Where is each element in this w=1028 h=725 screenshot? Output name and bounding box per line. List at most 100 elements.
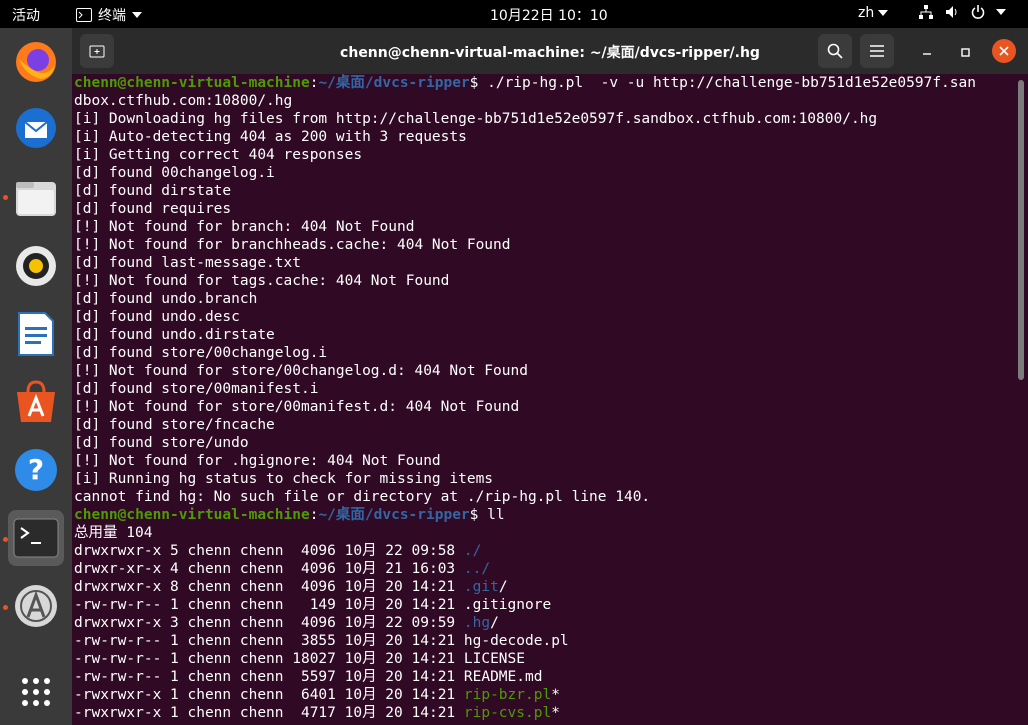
- file-name: rip-cvs.pl: [463, 705, 552, 721]
- system-tray[interactable]: [918, 4, 1006, 20]
- output-line: [i] Running hg status to check for missi…: [74, 471, 494, 487]
- output-line: cannot find hg: No such file or director…: [74, 489, 651, 505]
- dock-show-apps[interactable]: [8, 664, 64, 720]
- file-name: rip-bzr.pl: [463, 687, 552, 703]
- maximize-button[interactable]: [958, 44, 972, 63]
- file-meta: -rw-rw-r-- 1 chenn chenn 5597 10月 20 14:…: [74, 669, 464, 685]
- dock-firefox[interactable]: [8, 34, 64, 90]
- file-meta: -rw-rw-r-- 1 chenn chenn 149 10月 20 14:2…: [74, 597, 464, 613]
- volume-icon: [946, 6, 957, 18]
- command-text: $ ./rip-hg.pl -v -u http://challenge-bb7…: [469, 75, 976, 91]
- search-icon: [827, 43, 843, 59]
- listing-row: -rwxrwxr-x 1 chenn chenn 4717 10月 20 14:…: [74, 704, 1018, 722]
- listing-row: drwxrwxr-x 8 chenn chenn 4096 10月 20 14:…: [74, 578, 1018, 596]
- firefox-icon: [16, 42, 56, 82]
- chevron-down-icon: [996, 9, 1006, 15]
- file-meta: -rwxrwxr-x 1 chenn chenn 6401 10月 20 14:…: [74, 687, 464, 703]
- prompt-user: chenn@chenn-virtual-machine: [74, 507, 310, 523]
- svg-text:?: ?: [28, 453, 44, 486]
- file-name: ../: [463, 561, 491, 577]
- file-name: LICENSE: [463, 651, 525, 667]
- prompt-path: ~/桌面/dvcs-ripper: [318, 507, 470, 523]
- terminal-small-icon: [76, 8, 92, 22]
- chevron-down-icon: [132, 12, 142, 18]
- command-wrap: dbox.ctfhub.com:10800/.hg: [74, 93, 293, 109]
- file-meta: drwxr-xr-x 4 chenn chenn 4096 10月 21 16:…: [74, 561, 464, 577]
- prompt-user: chenn@chenn-virtual-machine: [74, 75, 310, 91]
- output-line: [d] found last-message.txt: [74, 255, 301, 271]
- thunderbird-icon: [16, 108, 56, 148]
- file-name: .git: [463, 579, 499, 595]
- rhythmbox-icon: [16, 246, 56, 286]
- output-line: [!] Not found for branchheads.cache: 404…: [74, 237, 511, 253]
- dock-writer[interactable]: [8, 306, 64, 362]
- input-method-indicator[interactable]: zh: [858, 5, 889, 21]
- file-name: ./: [463, 543, 482, 559]
- terminal-output[interactable]: chenn@chenn-virtual-machine:~/桌面/dvcs-ri…: [72, 74, 1018, 725]
- dock-rhythmbox[interactable]: [8, 238, 64, 294]
- total-line: 总用量 104: [74, 525, 153, 541]
- output-line: [d] found undo.dirstate: [74, 327, 275, 343]
- terminal-window: chenn@chenn-virtual-machine: ~/桌面/dvcs-r…: [72, 28, 1028, 725]
- dock-updater[interactable]: [8, 578, 64, 634]
- minimize-button[interactable]: [920, 44, 934, 63]
- minimize-icon: [923, 53, 931, 55]
- menu-button[interactable]: [860, 34, 894, 68]
- output-line: [d] found undo.branch: [74, 291, 258, 307]
- listing-row: -rw-rw-r-- 1 chenn chenn 149 10月 20 14:2…: [74, 596, 1018, 614]
- output-line: [i] Auto-detecting 404 as 200 with 3 req…: [74, 129, 467, 145]
- file-meta: -rw-rw-r-- 1 chenn chenn 3855 10月 20 14:…: [74, 633, 464, 649]
- directory-listing: drwxrwxr-x 5 chenn chenn 4096 10月 22 09:…: [74, 542, 1018, 722]
- output-line: [d] found undo.desc: [74, 309, 240, 325]
- close-icon: [999, 46, 1009, 56]
- prompt-line: chenn@chenn-virtual-machine:~/桌面/dvcs-ri…: [74, 507, 505, 523]
- prompt-line: chenn@chenn-virtual-machine:~/桌面/dvcs-ri…: [74, 75, 976, 91]
- dock-files[interactable]: [8, 170, 64, 226]
- apps-grid-icon: [22, 678, 50, 706]
- listing-row: -rw-rw-r-- 1 chenn chenn 3855 10月 20 14:…: [74, 632, 1018, 650]
- lang-label: zh: [858, 5, 875, 21]
- listing-row: -rw-rw-r-- 1 chenn chenn 18027 10月 20 14…: [74, 650, 1018, 668]
- output-line: [d] found store/00manifest.i: [74, 381, 319, 397]
- output-line: [d] found store/00changelog.i: [74, 345, 328, 361]
- output-line: [i] Downloading hg files from http://cha…: [74, 111, 878, 127]
- search-button[interactable]: [818, 34, 852, 68]
- dock-help[interactable]: ?: [8, 442, 64, 498]
- updater-icon: [15, 585, 57, 627]
- output-line: [!] Not found for .hgignore: 404 Not Fou…: [74, 453, 441, 469]
- output-line: [d] found requires: [74, 201, 232, 217]
- dock: ?: [0, 28, 72, 725]
- output-line: [d] found store/fncache: [74, 417, 275, 433]
- listing-row: drwxrwxr-x 5 chenn chenn 4096 10月 22 09:…: [74, 542, 1018, 560]
- terminal-icon: [13, 518, 59, 558]
- close-button[interactable]: [992, 39, 1016, 63]
- listing-row: drwxr-xr-x 4 chenn chenn 4096 10月 21 16:…: [74, 560, 1018, 578]
- network-icon: [919, 5, 933, 19]
- output-line: [d] found 00changelog.i: [74, 165, 275, 181]
- activities-button[interactable]: 活动: [12, 5, 40, 25]
- file-meta: drwxrwxr-x 5 chenn chenn 4096 10月 22 09:…: [74, 543, 464, 559]
- scrollbar-thumb[interactable]: [1018, 80, 1024, 380]
- file-suffix: /: [490, 615, 499, 631]
- output-line: [!] Not found for tags.cache: 404 Not Fo…: [74, 273, 450, 289]
- output-line: [d] found store/undo: [74, 435, 249, 451]
- app-menu[interactable]: 终端: [76, 5, 142, 25]
- clock[interactable]: 10月22日 10：10: [490, 5, 608, 25]
- command-text: $ ll: [469, 507, 505, 523]
- file-name: .gitignore: [463, 597, 552, 613]
- dock-thunderbird[interactable]: [8, 100, 64, 156]
- output-line: [!] Not found for store/00manifest.d: 40…: [74, 399, 520, 415]
- power-icon: [971, 5, 985, 19]
- title-bar[interactable]: chenn@chenn-virtual-machine: ~/桌面/dvcs-r…: [72, 28, 1028, 74]
- maximize-icon: [961, 48, 970, 57]
- top-bar: 活动 终端 10月22日 10：10 zh: [0, 0, 1028, 28]
- file-meta: -rwxrwxr-x 1 chenn chenn 4717 10月 20 14:…: [74, 705, 464, 721]
- listing-row: -rw-rw-r-- 1 chenn chenn 5597 10月 20 14:…: [74, 668, 1018, 686]
- dock-software[interactable]: [8, 374, 64, 430]
- dock-terminal[interactable]: [8, 510, 64, 566]
- output-line: [d] found dirstate: [74, 183, 232, 199]
- file-meta: drwxrwxr-x 3 chenn chenn 4096 10月 22 09:…: [74, 615, 464, 631]
- software-icon: [17, 380, 55, 422]
- help-icon: ?: [15, 449, 57, 491]
- prompt-path: ~/桌面/dvcs-ripper: [318, 75, 470, 91]
